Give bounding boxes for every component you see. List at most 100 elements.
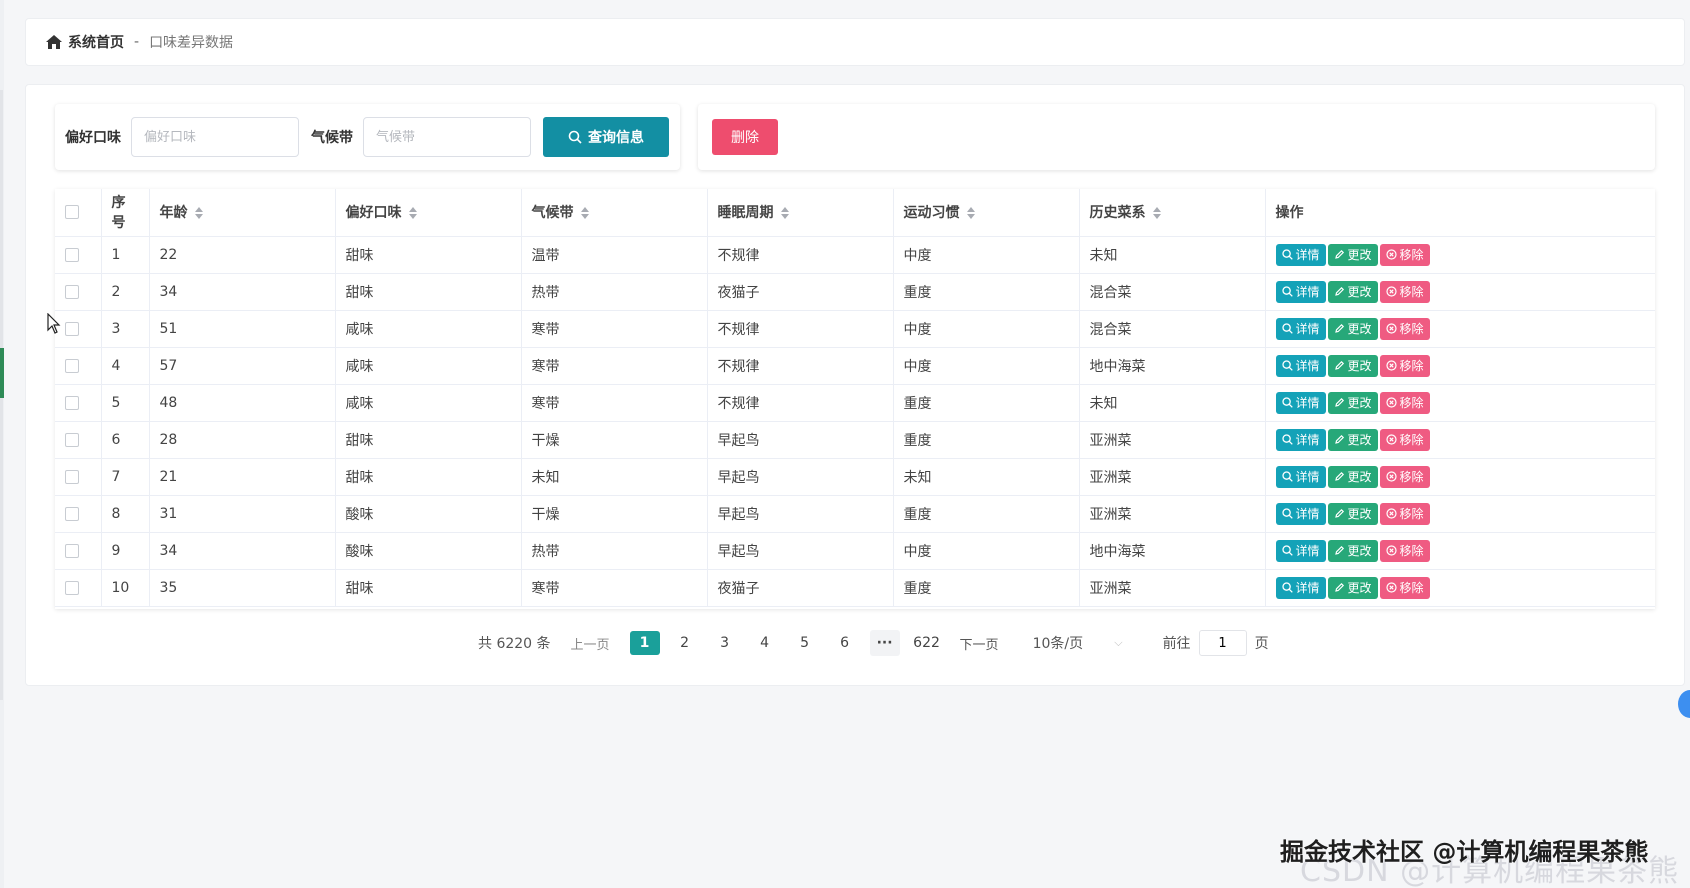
detail-button[interactable]: 详情 <box>1275 428 1326 451</box>
edit-button[interactable]: 更改 <box>1327 576 1378 599</box>
page-size-select[interactable]: 10条/页 ⌵ <box>1033 633 1123 653</box>
row-checkbox[interactable] <box>65 284 79 299</box>
remove-button[interactable]: 移除 <box>1379 354 1430 377</box>
col-exercise[interactable]: 运动习惯 <box>893 189 1080 237</box>
cell-age: 48 <box>149 384 336 422</box>
row-checkbox[interactable] <box>65 469 79 484</box>
next-page-button[interactable]: 下一页 <box>960 634 999 653</box>
goto-page-input[interactable] <box>1198 630 1247 656</box>
edit-button[interactable]: 更改 <box>1327 465 1378 488</box>
detail-button[interactable]: 详情 <box>1275 280 1326 303</box>
sort-icon[interactable] <box>408 206 418 220</box>
remove-button[interactable]: 移除 <box>1379 317 1430 340</box>
sort-icon[interactable] <box>580 206 590 220</box>
detail-button[interactable]: 详情 <box>1275 576 1326 599</box>
sort-icon[interactable] <box>1152 206 1162 220</box>
last-page-button[interactable]: 622 <box>912 631 942 655</box>
page-number-button[interactable]: 5 <box>790 631 820 655</box>
detail-button[interactable]: 详情 <box>1275 539 1326 562</box>
pencil-icon <box>1334 471 1344 481</box>
edit-button[interactable]: 更改 <box>1327 391 1378 414</box>
edit-button[interactable]: 更改 <box>1327 539 1378 562</box>
remove-button[interactable]: 移除 <box>1379 502 1430 525</box>
close-circle-icon <box>1385 323 1397 334</box>
page-number-button[interactable]: 4 <box>750 631 780 655</box>
detail-button[interactable]: 详情 <box>1275 391 1326 414</box>
row-select-cell[interactable] <box>55 458 102 496</box>
query-button[interactable]: 查询信息 <box>543 117 669 157</box>
detail-button[interactable]: 详情 <box>1275 354 1326 377</box>
delete-button[interactable]: 删除 <box>712 119 778 155</box>
cell-ops: 详情 更改 移除 <box>1265 384 1655 422</box>
edit-button[interactable]: 更改 <box>1327 243 1378 266</box>
edit-button[interactable]: 更改 <box>1327 502 1378 525</box>
floating-assistant-button[interactable] <box>1678 690 1690 718</box>
table-row: 4 57 咸味 寒带 不规律 中度 地中海菜 详情 更改 移除 <box>55 347 1655 385</box>
cell-cuisine: 混合菜 <box>1079 310 1266 348</box>
remove-button[interactable]: 移除 <box>1379 539 1430 562</box>
col-sleep[interactable]: 睡眠周期 <box>707 189 894 237</box>
sort-icon[interactable] <box>966 206 976 220</box>
remove-button[interactable]: 移除 <box>1379 576 1430 599</box>
remove-button[interactable]: 移除 <box>1379 280 1430 303</box>
detail-button[interactable]: 详情 <box>1275 243 1326 266</box>
select-all-checkbox[interactable] <box>65 205 79 220</box>
edit-button[interactable]: 更改 <box>1327 280 1378 303</box>
col-age[interactable]: 年龄 <box>149 189 336 237</box>
page-number-button[interactable]: 6 <box>830 631 860 655</box>
close-circle-icon <box>1385 286 1397 297</box>
row-checkbox[interactable] <box>65 432 79 447</box>
detail-button[interactable]: 详情 <box>1275 502 1326 525</box>
row-select-cell[interactable] <box>55 421 102 459</box>
sort-icon[interactable] <box>194 206 204 220</box>
more-pages-button[interactable]: ··· <box>869 630 900 656</box>
row-checkbox[interactable] <box>65 506 79 521</box>
remove-button[interactable]: 移除 <box>1379 465 1430 488</box>
cell-ops: 详情 更改 移除 <box>1265 310 1655 348</box>
remove-button-label: 移除 <box>1399 470 1424 484</box>
remove-button[interactable]: 移除 <box>1379 243 1430 266</box>
cell-age: 22 <box>149 236 336 274</box>
page-number-button[interactable]: 2 <box>670 631 700 655</box>
row-checkbox[interactable] <box>65 395 79 410</box>
search-icon <box>1281 434 1293 445</box>
climate-input[interactable] <box>363 117 531 157</box>
taste-input[interactable] <box>131 117 299 157</box>
remove-button[interactable]: 移除 <box>1379 428 1430 451</box>
edit-button[interactable]: 更改 <box>1327 317 1378 340</box>
row-select-cell[interactable] <box>55 347 102 385</box>
table-row: 10 35 甜味 寒带 夜猫子 重度 亚洲菜 详情 更改 移除 <box>55 569 1655 607</box>
row-checkbox[interactable] <box>65 580 79 595</box>
detail-button[interactable]: 详情 <box>1275 465 1326 488</box>
breadcrumb-home-link[interactable]: 系统首页 <box>68 32 124 52</box>
close-circle-icon <box>1385 397 1397 408</box>
home-icon[interactable] <box>46 35 62 49</box>
row-select-cell[interactable] <box>55 310 102 348</box>
detail-button-label: 详情 <box>1295 470 1320 484</box>
row-select-cell[interactable] <box>55 384 102 422</box>
row-checkbox[interactable] <box>65 543 79 558</box>
row-select-cell[interactable] <box>55 532 102 570</box>
select-all-cell[interactable] <box>55 189 102 237</box>
remove-button[interactable]: 移除 <box>1379 391 1430 414</box>
row-select-cell[interactable] <box>55 273 102 311</box>
col-taste[interactable]: 偏好口味 <box>335 189 522 237</box>
pagination: 共 6220 条 上一页 123456 ··· 622 下一页 10条/页 ⌵ … <box>478 628 1269 658</box>
page-number-button[interactable]: 3 <box>710 631 740 655</box>
row-checkbox[interactable] <box>65 247 79 262</box>
row-checkbox[interactable] <box>65 321 79 336</box>
cell-cuisine: 混合菜 <box>1079 273 1266 311</box>
edit-button[interactable]: 更改 <box>1327 428 1378 451</box>
page-number-button[interactable]: 1 <box>629 631 660 655</box>
row-select-cell[interactable] <box>55 495 102 533</box>
row-select-cell[interactable] <box>55 236 102 274</box>
detail-button[interactable]: 详情 <box>1275 317 1326 340</box>
sort-icon[interactable] <box>780 206 790 220</box>
row-select-cell[interactable] <box>55 569 102 607</box>
col-index: 序号 <box>101 189 150 237</box>
row-checkbox[interactable] <box>65 358 79 373</box>
col-climate[interactable]: 气候带 <box>521 189 708 237</box>
prev-page-button[interactable]: 上一页 <box>571 634 610 653</box>
edit-button[interactable]: 更改 <box>1327 354 1378 377</box>
col-cuisine[interactable]: 历史菜系 <box>1079 189 1266 237</box>
